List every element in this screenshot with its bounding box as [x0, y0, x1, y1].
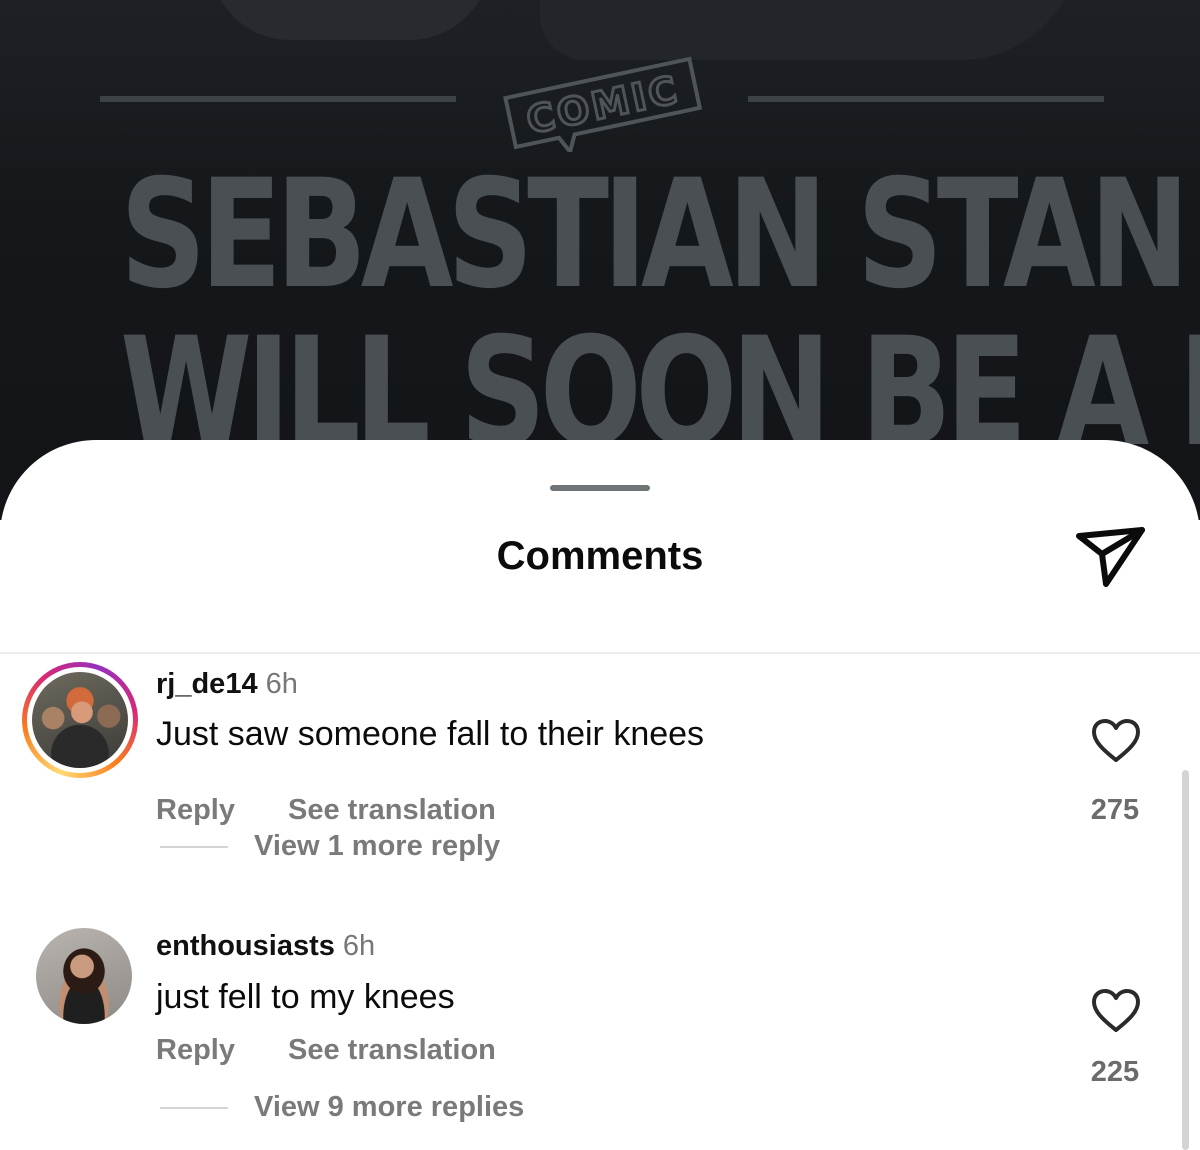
replies-line — [160, 1107, 228, 1109]
like-count: 275 — [1090, 794, 1140, 826]
view-replies-button[interactable]: View 1 more reply — [254, 830, 500, 863]
avatar-button[interactable] — [36, 928, 132, 1024]
story-ring — [22, 662, 138, 778]
header-divider — [0, 652, 1200, 654]
comment-username[interactable]: enthousiasts — [156, 930, 335, 962]
scrollbar[interactable] — [1182, 770, 1189, 1150]
sheet-title: Comments — [496, 534, 704, 578]
comment-text: just fell to my knees — [156, 978, 455, 1016]
see-translation-button[interactable]: See translation — [288, 1034, 496, 1067]
like-count: 225 — [1090, 1056, 1140, 1088]
comment-header: rj_de14 6h — [156, 668, 298, 701]
comment-time: 6h — [342, 930, 376, 962]
avatar — [32, 672, 128, 768]
brand-logo: COMIC — [503, 56, 703, 152]
comment-header: enthousiasts 6h — [156, 930, 375, 963]
paper-plane-icon[interactable] — [1072, 522, 1150, 592]
comment-text: Just saw someone fall to their knees — [156, 715, 705, 753]
sheet-drag-handle[interactable] — [550, 485, 650, 491]
avatar — [36, 928, 132, 1024]
reply-button[interactable]: Reply — [156, 1034, 235, 1067]
post-headline-line-1: SEBASTIAN STAN — [120, 148, 1190, 322]
photo-shape-left — [210, 0, 490, 40]
comments-sheet: Comments rj_de14 6h Just saw someone fall… — [0, 440, 1200, 1150]
view-replies-button[interactable]: View 9 more replies — [254, 1091, 524, 1124]
brand-rule-right — [748, 96, 1104, 102]
comment-username[interactable]: rj_de14 — [156, 668, 258, 700]
see-translation-button[interactable]: See translation — [288, 794, 496, 827]
replies-line — [160, 846, 228, 848]
avatar-story-ring[interactable] — [22, 662, 138, 778]
heart-icon[interactable] — [1090, 718, 1142, 764]
heart-icon[interactable] — [1090, 988, 1142, 1034]
brand-rule-left — [100, 96, 456, 102]
reply-button[interactable]: Reply — [156, 794, 235, 827]
comment-time: 6h — [265, 668, 298, 700]
